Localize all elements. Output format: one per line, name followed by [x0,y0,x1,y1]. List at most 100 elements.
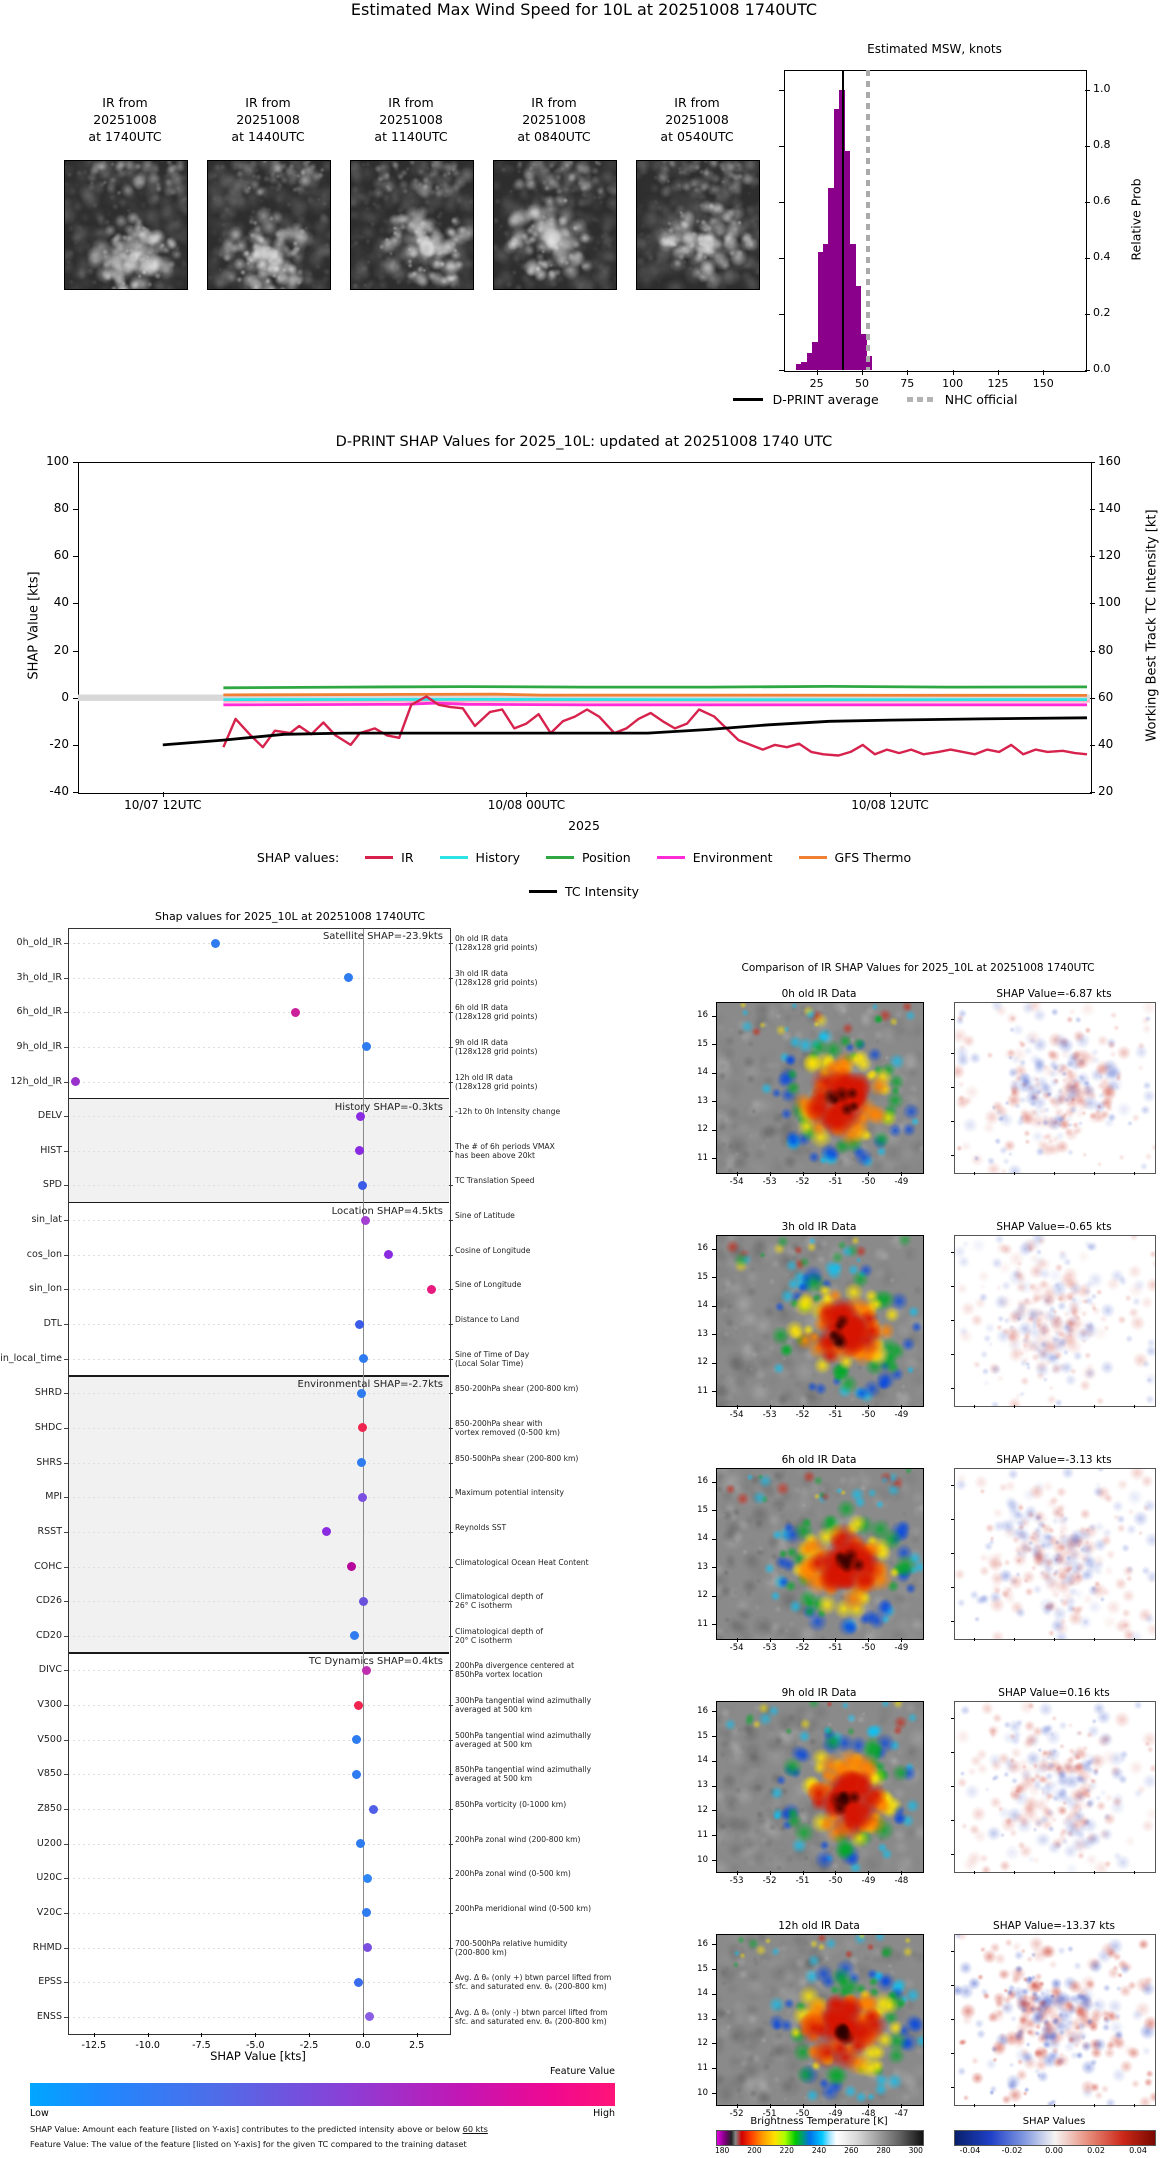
ir-map-y-tick [712,1334,716,1336]
series-gfs-thermo [223,692,1088,697]
ir-map-x-tick-label: -51 [828,1410,843,1420]
ir-map-x-tick [868,1172,870,1176]
histogram-y-tick [779,313,784,315]
shap-map-x-tick [1014,1871,1015,1874]
feature-label: V850 [37,1768,62,1780]
ir-map-y-tick-label: 12 [697,1804,708,1815]
shap-map-y-tick [951,1286,954,1287]
ir-map-x-tick-label: -52 [795,1643,810,1653]
histogram-x-tick-label: 75 [900,377,915,390]
ir-map-y-tick [712,1785,716,1787]
bt-colorbar-tick-label: 280 [876,2146,891,2155]
timeseries-legend-row2: TC Intensity [78,884,1090,899]
shap-colorbar-tick-label: -0.02 [1001,2146,1023,2155]
ir-map-y-tick [712,1248,716,1250]
ir-map-x-tick [868,1871,870,1875]
feature-desc: 850-200hPa shear with vortex removed (0-… [455,1418,560,1437]
shap-map-x-tick [1134,2104,1135,2107]
legend-item-environment: Environment [656,850,773,865]
shap-map-y-tick [951,1087,954,1088]
legend-item-ir: IR [365,850,414,865]
ir-map-x-tick-label: -49 [894,1410,909,1420]
histogram-y-tick-right [1085,313,1090,315]
timeseries-right-tick-label: 80 [1098,642,1114,657]
ir-map-x-tick-label: -50 [795,2109,810,2119]
histogram-ylabel: Relative Prob [1128,178,1144,261]
feature-value-low-label: Low [30,2108,49,2119]
ir-map-x-tick [736,1172,738,1176]
ir-map-y-tick-label: 15 [697,1038,708,1049]
ir-map-y-tick-label: 16 [697,1476,708,1487]
ir-map-y-tick-label: 11 [697,2062,708,2073]
feature-label: ENSS [36,2010,62,2022]
histogram-y-tick-right [1085,89,1090,91]
timeseries-left-tick [73,603,78,605]
ir-map-x-tick-label: -52 [729,2109,744,2119]
ir-map-x-tick-label: -51 [828,1643,843,1653]
bt-colorbar-tick-label: 260 [844,2146,859,2155]
feature-label: SHRD [34,1387,62,1399]
ir-map-x-tick [802,2104,804,2108]
legend-swatch [656,856,685,859]
feature-label: Z850 [37,1803,62,1814]
timeseries-legend-row1: SHAP values: IR History Position Environment… [78,850,1090,865]
shap-map-y-tick [951,2019,954,2020]
timeseries-left-tick-label: 80 [53,501,69,516]
ir-map-y-tick [712,1101,716,1103]
timeseries-left-tick [73,650,78,652]
feature-label: 3h_old_IR [16,971,62,983]
legend-swatch [798,856,827,859]
bt-colorbar-tick-label: 300 [908,2146,923,2155]
ir-map-y-tick-label: 15 [697,1271,708,1282]
shap-map-x-tick [1134,1871,1135,1874]
ir-thumbnail-image [636,160,760,290]
timeseries-right-tick-label: 20 [1098,784,1114,798]
timeseries-x-tick-label: 10/07 12UTC [124,798,202,812]
shap-map-y-tick [951,1854,954,1855]
bt-colorbar-tick-label: 240 [811,2146,827,2155]
legend-label: IR [401,850,414,865]
ir-map-x-tick [769,1638,771,1642]
dotplot-x-tick [309,2033,311,2037]
bt-colorbar [716,2130,924,2146]
feature-desc: 850-500hPa shear (200-800 km) [455,1453,579,1463]
feature-label: SHRS [36,1456,62,1468]
timeseries-right-tick [1090,603,1095,605]
ir-thumbnail-label: IR from 20251008 at 0540UTC [660,95,734,144]
timeseries-left-tick [73,509,78,511]
ir-map-x-tick [802,1638,804,1642]
histogram-y-tick-label: 0.0 [1093,362,1111,375]
shap-map-x-tick [1134,1172,1135,1175]
ir-map-y-tick-label: 12 [697,2037,708,2048]
ir-map-y-tick-label: 15 [697,1504,708,1515]
feature-label: MPI [45,1491,62,1503]
ir-map-x-tick [868,1405,870,1409]
feature-desc: Cosine of Longitude [455,1245,531,1255]
timeseries-left-tick-label: 20 [53,642,69,657]
ir-map-y-tick [712,1015,716,1017]
ir-map-x-tick [736,1871,738,1875]
timeseries-x-tick [526,792,528,797]
dotplot-box [68,928,451,2035]
footnote-shap-value: SHAP Value: Amount each feature [listed … [30,2124,488,2134]
ir-map-y-tick [712,1481,716,1483]
ir-map-image [716,1235,924,1407]
ir-map-x-tick-label: -53 [729,1876,744,1886]
dprint-average-line [865,70,870,370]
feature-label: V500 [37,1733,62,1745]
shap-map-x-tick [1014,1638,1015,1641]
ir-thumbnail-label: IR from 20251008 at 0840UTC [517,95,591,144]
histogram-y-tick-label: 1.0 [1093,81,1111,95]
timeseries-right-tick [1090,556,1095,558]
legend-swatch [365,856,394,859]
ir-map-title: 0h old IR Data [781,988,857,1000]
ir-map-x-tick [901,1172,903,1176]
ir-map-y-tick-label: 12 [697,1590,708,1601]
ir-map-x-tick [901,2104,903,2108]
shap-map-x-tick [1094,1871,1095,1874]
shap-map-y-tick [951,1951,954,1952]
feature-label: 6h_old_IR [16,1006,62,1018]
ir-map-x-tick-label: -48 [894,1876,909,1886]
dprint-average-legend-swatch [732,398,763,401]
shap-map-x-tick [1054,1172,1055,1175]
